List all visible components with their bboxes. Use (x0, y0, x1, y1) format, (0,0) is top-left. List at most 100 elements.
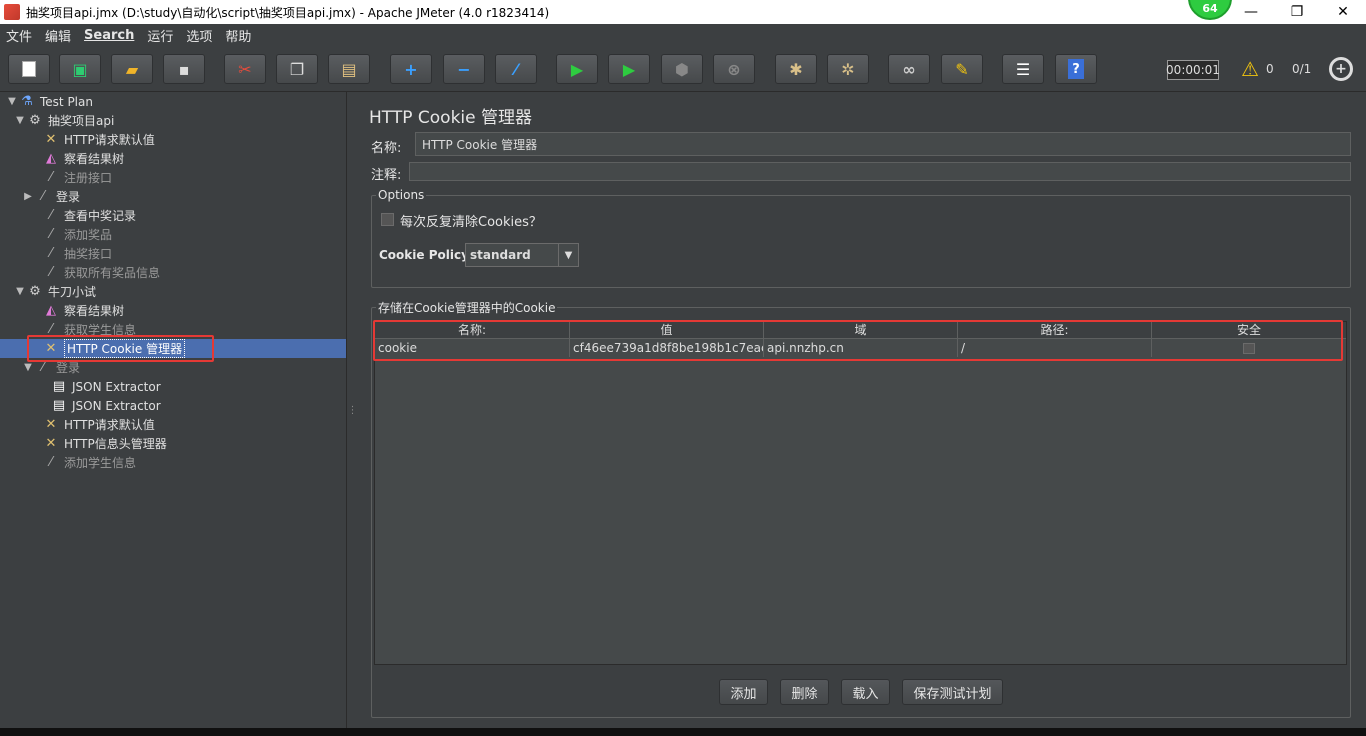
cookie-table[interactable]: 名称: 值 域 路径: 安全 cookie cf46ee739a1d8f8be1… (374, 321, 1347, 665)
stored-cookies-legend: 存储在Cookie管理器中的Cookie (378, 301, 556, 315)
tree-node[interactable]: ✕ HTTP请求默认值 (30, 415, 155, 434)
function-helper-button[interactable]: ☰ (1002, 54, 1044, 84)
tree-node-label: JSON Extractor (72, 398, 161, 413)
tree-node[interactable]: ▤ JSON Extractor (38, 377, 161, 396)
paste-button[interactable]: ▤ (328, 54, 370, 84)
menu-file[interactable]: 文件 (6, 26, 32, 45)
tree-node-label: HTTP信息头管理器 (64, 437, 167, 451)
window-title: 抽奖项目api.jmx (D:\study\自动化\script\抽奖项目api… (26, 5, 550, 20)
tree-node[interactable]: ◭ 察看结果树 (30, 301, 124, 320)
tree-node[interactable]: ⁄ 添加奖品 (30, 225, 112, 244)
list-icon: ☰ (1015, 59, 1031, 79)
scissors-icon: ✂ (238, 59, 252, 79)
clear-button[interactable]: ✱ (775, 54, 817, 84)
start-no-pauses-button[interactable]: ▶ (608, 54, 650, 84)
delete-button[interactable]: 删除 (780, 679, 829, 705)
broom-gear-icon: ✱ (789, 59, 803, 79)
new-button[interactable] (8, 54, 50, 84)
expanded-arrow-icon[interactable]: ▼ (6, 96, 18, 107)
stop-button[interactable]: ⬢ (661, 54, 703, 84)
search-button[interactable]: ∞ (888, 54, 930, 84)
split-pane-divider[interactable]: ⋮ (348, 92, 358, 728)
wrench-icon: ✕ (45, 417, 57, 432)
tree-node[interactable]: ▶ ⁄ 登录 (22, 187, 80, 206)
warning-icon[interactable]: ⚠ (1241, 59, 1259, 79)
pipette-icon: ⁄ (49, 455, 53, 470)
test-plan-tree: ▼ ⚗ Test Plan ▼ ⚙ 抽奖项目api ✕ HTTP请求默认值 ◭ 察看结果树 ⁄ 注册接… (0, 92, 347, 728)
gear-icon: ⚙ (29, 284, 41, 299)
tree-node-label: 察看结果树 (64, 304, 125, 318)
copy-button[interactable]: ❐ (276, 54, 318, 84)
help-button[interactable]: ? (1055, 54, 1097, 84)
tree-node[interactable]: ⁄ 查看中奖记录 (30, 206, 136, 225)
help-icon: ? (1068, 59, 1084, 79)
warning-count: 0 (1266, 62, 1274, 76)
pipette-icon: ⁄ (49, 265, 53, 280)
tree-node[interactable]: ⁄ 获取所有奖品信息 (30, 263, 160, 282)
taskbar-strip (0, 728, 1366, 736)
pipette-icon: ⁄ (41, 189, 45, 204)
page-title: HTTP Cookie 管理器 (369, 108, 533, 128)
wrench-icon: ✕ (45, 436, 57, 451)
add-button[interactable]: 添加 (719, 679, 768, 705)
tree-node[interactable]: ⁄ 注册接口 (30, 168, 112, 187)
comment-field[interactable] (409, 162, 1351, 181)
tree-node[interactable]: ✕ HTTP信息头管理器 (30, 434, 167, 453)
tree-node-label: 抽奖项目api (48, 114, 115, 128)
options-legend: Options (378, 188, 425, 202)
close-button[interactable]: ✕ (1320, 0, 1366, 24)
open-button[interactable]: ▰ (111, 54, 153, 84)
tree-node-label: Test Plan (40, 94, 93, 109)
menu-bar: 文件 编辑 Search 运行 选项 帮助 (0, 24, 1366, 46)
plus-icon: + (404, 59, 418, 79)
templates-icon: ▣ (72, 59, 88, 79)
menu-options[interactable]: 选项 (186, 26, 212, 45)
tree-node-label: 添加奖品 (64, 228, 113, 242)
collapse-button[interactable]: − (443, 54, 485, 84)
expanded-arrow-icon[interactable]: ▼ (22, 362, 34, 373)
expand-button[interactable]: + (390, 54, 432, 84)
pipette-icon: ⁄ (49, 246, 53, 261)
selection-highlight-box (27, 335, 214, 362)
flask-icon: ⚗ (21, 94, 33, 109)
collapsed-arrow-icon[interactable]: ▶ (22, 191, 34, 202)
tree-node[interactable]: ▼ ⚗ Test Plan (6, 92, 93, 111)
remote-engines-icon[interactable]: + (1329, 57, 1353, 81)
cut-button[interactable]: ✂ (224, 54, 266, 84)
tree-node[interactable]: ◭ 察看结果树 (30, 149, 124, 168)
broom-icon: ✎ (955, 59, 969, 79)
menu-search[interactable]: Search (84, 28, 134, 43)
pipette-icon: ⁄ (49, 227, 53, 242)
reset-search-button[interactable]: ✎ (941, 54, 983, 84)
menu-help[interactable]: 帮助 (225, 26, 251, 45)
name-field[interactable]: HTTP Cookie 管理器 (415, 132, 1351, 156)
tree-node[interactable]: ✕ HTTP请求默认值 (30, 130, 155, 149)
save-button[interactable]: ▪ (163, 54, 205, 84)
elapsed-timer: 00:00:01 (1166, 60, 1220, 80)
toggle-button[interactable]: ⁄ (495, 54, 537, 84)
tree-node[interactable]: ▼ ⚙ 牛刀小试 (14, 282, 96, 301)
menu-edit[interactable]: 编辑 (45, 26, 71, 45)
tree-node[interactable]: ▼ ⚙ 抽奖项目api (14, 111, 114, 130)
clear-cookies-checkbox[interactable] (381, 213, 394, 226)
table-highlight-box (373, 320, 1343, 361)
minimize-button[interactable]: — (1228, 0, 1274, 24)
tree-node[interactable]: ▤ JSON Extractor (38, 396, 161, 415)
cookie-policy-value: standard (470, 248, 531, 262)
cookie-policy-select[interactable]: standard ▼ (465, 243, 579, 267)
expanded-arrow-icon[interactable]: ▼ (14, 286, 26, 297)
start-button[interactable]: ▶ (556, 54, 598, 84)
save-test-plan-button[interactable]: 保存测试计划 (902, 679, 1003, 705)
tree-node[interactable]: ⁄ 抽奖接口 (30, 244, 112, 263)
clipboard-icon: ▤ (341, 59, 357, 79)
expanded-arrow-icon[interactable]: ▼ (14, 115, 26, 126)
shutdown-button[interactable]: ⊗ (713, 54, 755, 84)
menu-run[interactable]: 运行 (147, 26, 173, 45)
minus-icon: − (457, 59, 471, 79)
load-button[interactable]: 载入 (841, 679, 890, 705)
tree-node[interactable]: ⁄ 添加学生信息 (30, 453, 136, 472)
clear-cookies-label: 每次反复清除Cookies？ (400, 215, 542, 230)
restore-button[interactable]: ❐ (1274, 0, 1320, 24)
templates-button[interactable]: ▣ (59, 54, 101, 84)
clear-all-button[interactable]: ✲ (827, 54, 869, 84)
